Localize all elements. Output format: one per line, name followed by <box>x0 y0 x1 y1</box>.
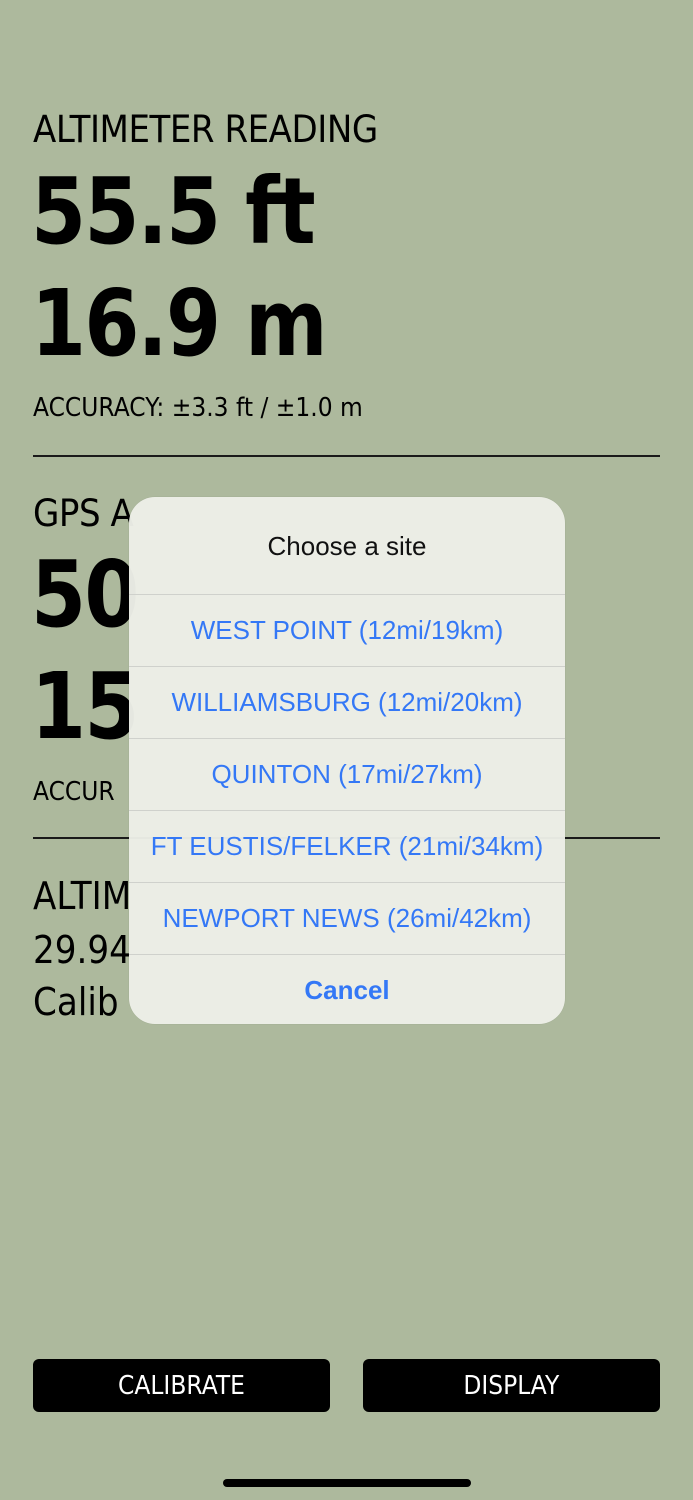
site-option-newport-news[interactable]: NEWPORT NEWS (26mi/42km) <box>129 882 565 954</box>
site-option-williamsburg[interactable]: WILLIAMSBURG (12mi/20km) <box>129 666 565 738</box>
divider <box>33 455 660 457</box>
display-button[interactable]: DISPLAY <box>363 1359 660 1412</box>
calibration-pressure: 29.94 <box>33 928 131 972</box>
altimeter-accuracy: ACCURACY: ±3.3 ft / ±1.0 m <box>33 393 363 423</box>
altimeter-meters-value: 16.9 m <box>31 270 328 377</box>
gps-heading: GPS A <box>33 492 134 535</box>
site-option-quinton[interactable]: QUINTON (17mi/27km) <box>129 738 565 810</box>
calibration-heading: ALTIM <box>33 874 132 918</box>
home-indicator <box>223 1479 471 1487</box>
altimeter-heading: ALTIMETER READING <box>33 108 378 151</box>
calibration-status: Calib <box>33 980 119 1024</box>
site-option-ft-eustis-felker[interactable]: FT EUSTIS/FELKER (21mi/34km) <box>129 810 565 882</box>
site-option-west-point[interactable]: WEST POINT (12mi/19km) <box>129 594 565 666</box>
gps-meters-value: 15 <box>31 653 139 760</box>
calibrate-button-label: CALIBRATE <box>118 1370 245 1401</box>
cancel-button[interactable]: Cancel <box>129 954 565 1024</box>
calibrate-button[interactable]: CALIBRATE <box>33 1359 330 1412</box>
display-button-label: DISPLAY <box>463 1370 560 1401</box>
choose-site-dialog: Choose a site WEST POINT (12mi/19km) WIL… <box>129 497 565 1024</box>
dialog-title: Choose a site <box>267 531 427 561</box>
altimeter-feet-value: 55.5 ft <box>31 158 316 265</box>
gps-accuracy: ACCUR <box>33 777 115 807</box>
gps-feet-value: 50 <box>31 541 139 648</box>
